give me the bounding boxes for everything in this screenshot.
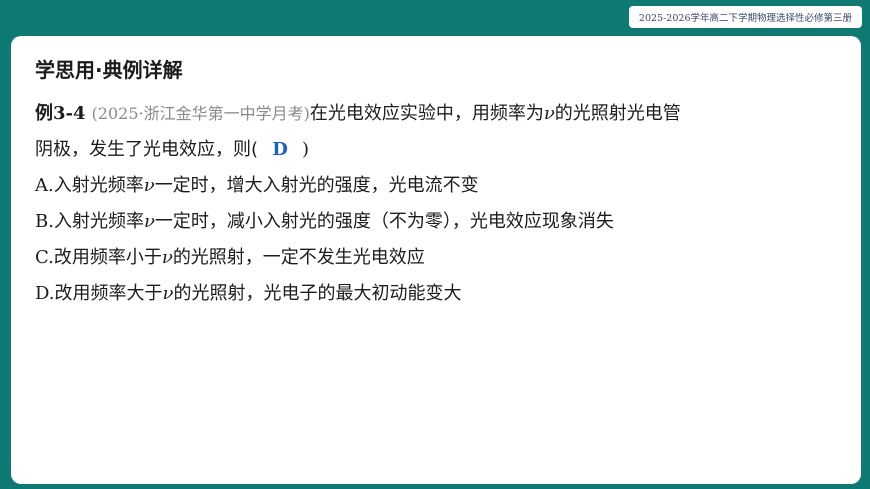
answer-text: D <box>272 139 288 160</box>
frequency-symbol: ν <box>543 103 555 124</box>
section-title: 学思用·典例详解 <box>35 58 183 82</box>
option-text-pre: 改用频率小于 <box>53 247 162 268</box>
option-b: B.入射光频率ν一定时，减小入射光的强度（不为零），光电效应现象消失 <box>35 204 835 240</box>
option-a: A.入射光频率ν一定时，增大入射光的强度，光电流不变 <box>35 168 835 204</box>
option-text-post: 一定时，增大入射光的强度，光电流不变 <box>154 175 479 196</box>
frequency-symbol: ν <box>162 283 174 304</box>
option-text-post: 的光照射，光电子的最大初动能变大 <box>173 283 462 304</box>
option-text-pre: 改用频率大于 <box>54 283 163 304</box>
option-d: D.改用频率大于ν的光照射，光电子的最大初动能变大 <box>35 276 835 312</box>
content-card: 学思用·典例详解 例3-4 (2025·浙江金华第一中学月考)在光电效应实验中，用… <box>11 36 861 484</box>
question-block: 例3-4 (2025·浙江金华第一中学月考)在光电效应实验中，用频率为ν的光照射光… <box>35 96 835 312</box>
close-paren: ) <box>302 139 310 160</box>
frequency-symbol: ν <box>143 211 155 232</box>
option-text-pre: 入射光频率 <box>53 211 144 232</box>
course-badge-text: 2025-2026学年高二下学期物理选择性必修第三册 <box>638 13 852 24</box>
example-label: 例3-4 <box>35 103 86 124</box>
option-c: C.改用频率小于ν的光照射，一定不发生光电效应 <box>35 240 835 276</box>
option-letter: B. <box>35 211 54 232</box>
stem-line2: 阴极，发生了光电效应，则( <box>35 139 259 160</box>
stem-part1: 在光电效应实验中，用频率为 <box>309 103 544 124</box>
question-source: (2025·浙江金华第一中学月考) <box>91 104 310 123</box>
option-text-post: 的光照射，一定不发生光电效应 <box>172 247 425 268</box>
question-stem-line1: 例3-4 (2025·浙江金华第一中学月考)在光电效应实验中，用频率为ν的光照射光… <box>35 96 835 132</box>
option-letter: A. <box>35 175 54 196</box>
option-text-pre: 入射光频率 <box>53 175 144 196</box>
course-badge: 2025-2026学年高二下学期物理选择性必修第三册 <box>628 6 862 28</box>
option-letter: D. <box>35 283 55 304</box>
question-stem-line2: 阴极，发生了光电效应，则( D) <box>35 132 835 168</box>
stem-part2: 的光照射光电管 <box>554 103 681 124</box>
frequency-symbol: ν <box>143 175 155 196</box>
frequency-symbol: ν <box>161 247 173 268</box>
option-text-post: 一定时，减小入射光的强度（不为零），光电效应现象消失 <box>154 211 614 232</box>
option-letter: C. <box>35 247 54 268</box>
